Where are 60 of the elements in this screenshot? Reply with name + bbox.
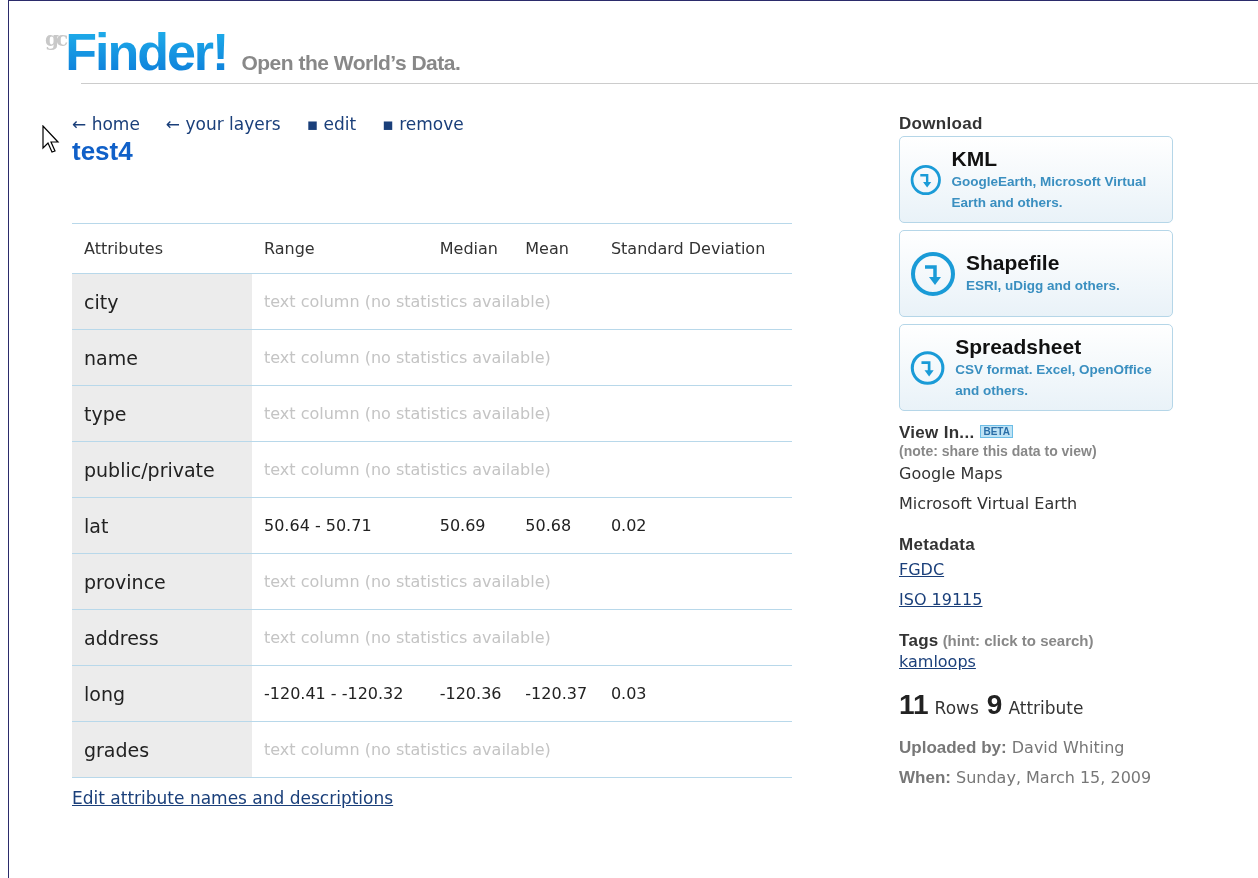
attribute-name: public/private — [72, 441, 252, 498]
edit-link[interactable]: Edit attribute names and descriptions — [72, 788, 394, 808]
metadata-link[interactable]: ISO 19115 — [899, 585, 983, 615]
hint-text: (hint: click to search) — [942, 632, 1094, 649]
attribute-name: province — [72, 553, 252, 610]
page-title: test4 — [72, 136, 134, 167]
table-cell: text column (no statistics available) — [252, 273, 792, 330]
table-cell: 0.02 — [598, 497, 792, 554]
table-cell: text column (no statistics available) — [252, 553, 792, 610]
tagline: Open the World’s Data. — [241, 51, 461, 75]
attribute-name: name — [72, 329, 252, 386]
nav-link[interactable]: ▪ edit — [306, 114, 357, 134]
table-cell: text column (no statistics available) — [252, 441, 792, 498]
table-cell: text column (no statistics available) — [252, 721, 792, 778]
table-cell: 0.03 — [598, 665, 792, 722]
section-heading: Download — [899, 114, 984, 134]
metadata-link[interactable]: FGDC — [899, 555, 945, 585]
download-button[interactable]: KML GoogleEarth, Microsoft Virtual Earth and others. — [899, 136, 1173, 223]
beta-badge: BETA — [980, 425, 1013, 438]
attribute-name: long — [72, 665, 252, 722]
attribute-name: type — [72, 385, 252, 442]
download-button[interactable]: Spreadsheet CSV format. Excel, OpenOffice and others. — [899, 324, 1173, 411]
cursor-icon — [42, 125, 62, 155]
date-text: When: Sunday, March 15, 2009 — [899, 767, 1153, 789]
nav-link[interactable]: ← home — [72, 114, 140, 134]
uploader-text: Uploaded by: David Whiting — [899, 737, 1126, 759]
view-option[interactable]: Microsoft Virtual Earth — [899, 489, 1078, 519]
column-header: Mean — [513, 223, 599, 274]
table-cell: 50.69 — [427, 497, 514, 554]
nav-link[interactable]: ▪ remove — [382, 114, 464, 134]
nav-link[interactable]: ← your layers — [165, 114, 281, 134]
note-text: (note: share this data to view) — [899, 443, 1097, 459]
section-heading: Tags — [899, 631, 939, 650]
table-cell: text column (no statistics available) — [252, 385, 792, 442]
attribute-name: grades — [72, 721, 252, 778]
table-cell: 50.68 — [513, 497, 599, 554]
tag-link[interactable]: kamloops — [899, 651, 976, 673]
count-number: 11 — [899, 689, 929, 721]
column-header: Standard Deviation — [598, 223, 792, 274]
table-cell: 50.64 - 50.71 — [252, 497, 428, 554]
view-option[interactable]: Google Maps — [899, 459, 1003, 489]
column-header: Range — [252, 223, 428, 274]
column-header: Attributes — [72, 223, 252, 274]
section-heading: View In... — [899, 423, 975, 442]
download-icon — [910, 250, 956, 297]
table-cell: -120.37 — [513, 665, 599, 722]
section-heading: Metadata — [899, 535, 976, 555]
table-cell: text column (no statistics available) — [252, 329, 792, 386]
attribute-name: address — [72, 609, 252, 666]
logo-mark: gc — [45, 27, 66, 51]
attribute-name: lat — [72, 497, 252, 554]
download-button[interactable]: Shapefile ESRI, uDigg and others. — [899, 230, 1173, 317]
count-label: Attribute — [1008, 698, 1084, 718]
count-number: 9 — [986, 689, 1003, 721]
count-label: Rows — [934, 698, 979, 718]
column-header: Median — [427, 223, 514, 274]
table-cell: -120.41 - -120.32 — [252, 665, 428, 722]
table-cell: text column (no statistics available) — [252, 609, 792, 666]
table-cell: -120.36 — [427, 665, 514, 722]
attribute-name: city — [72, 273, 252, 330]
